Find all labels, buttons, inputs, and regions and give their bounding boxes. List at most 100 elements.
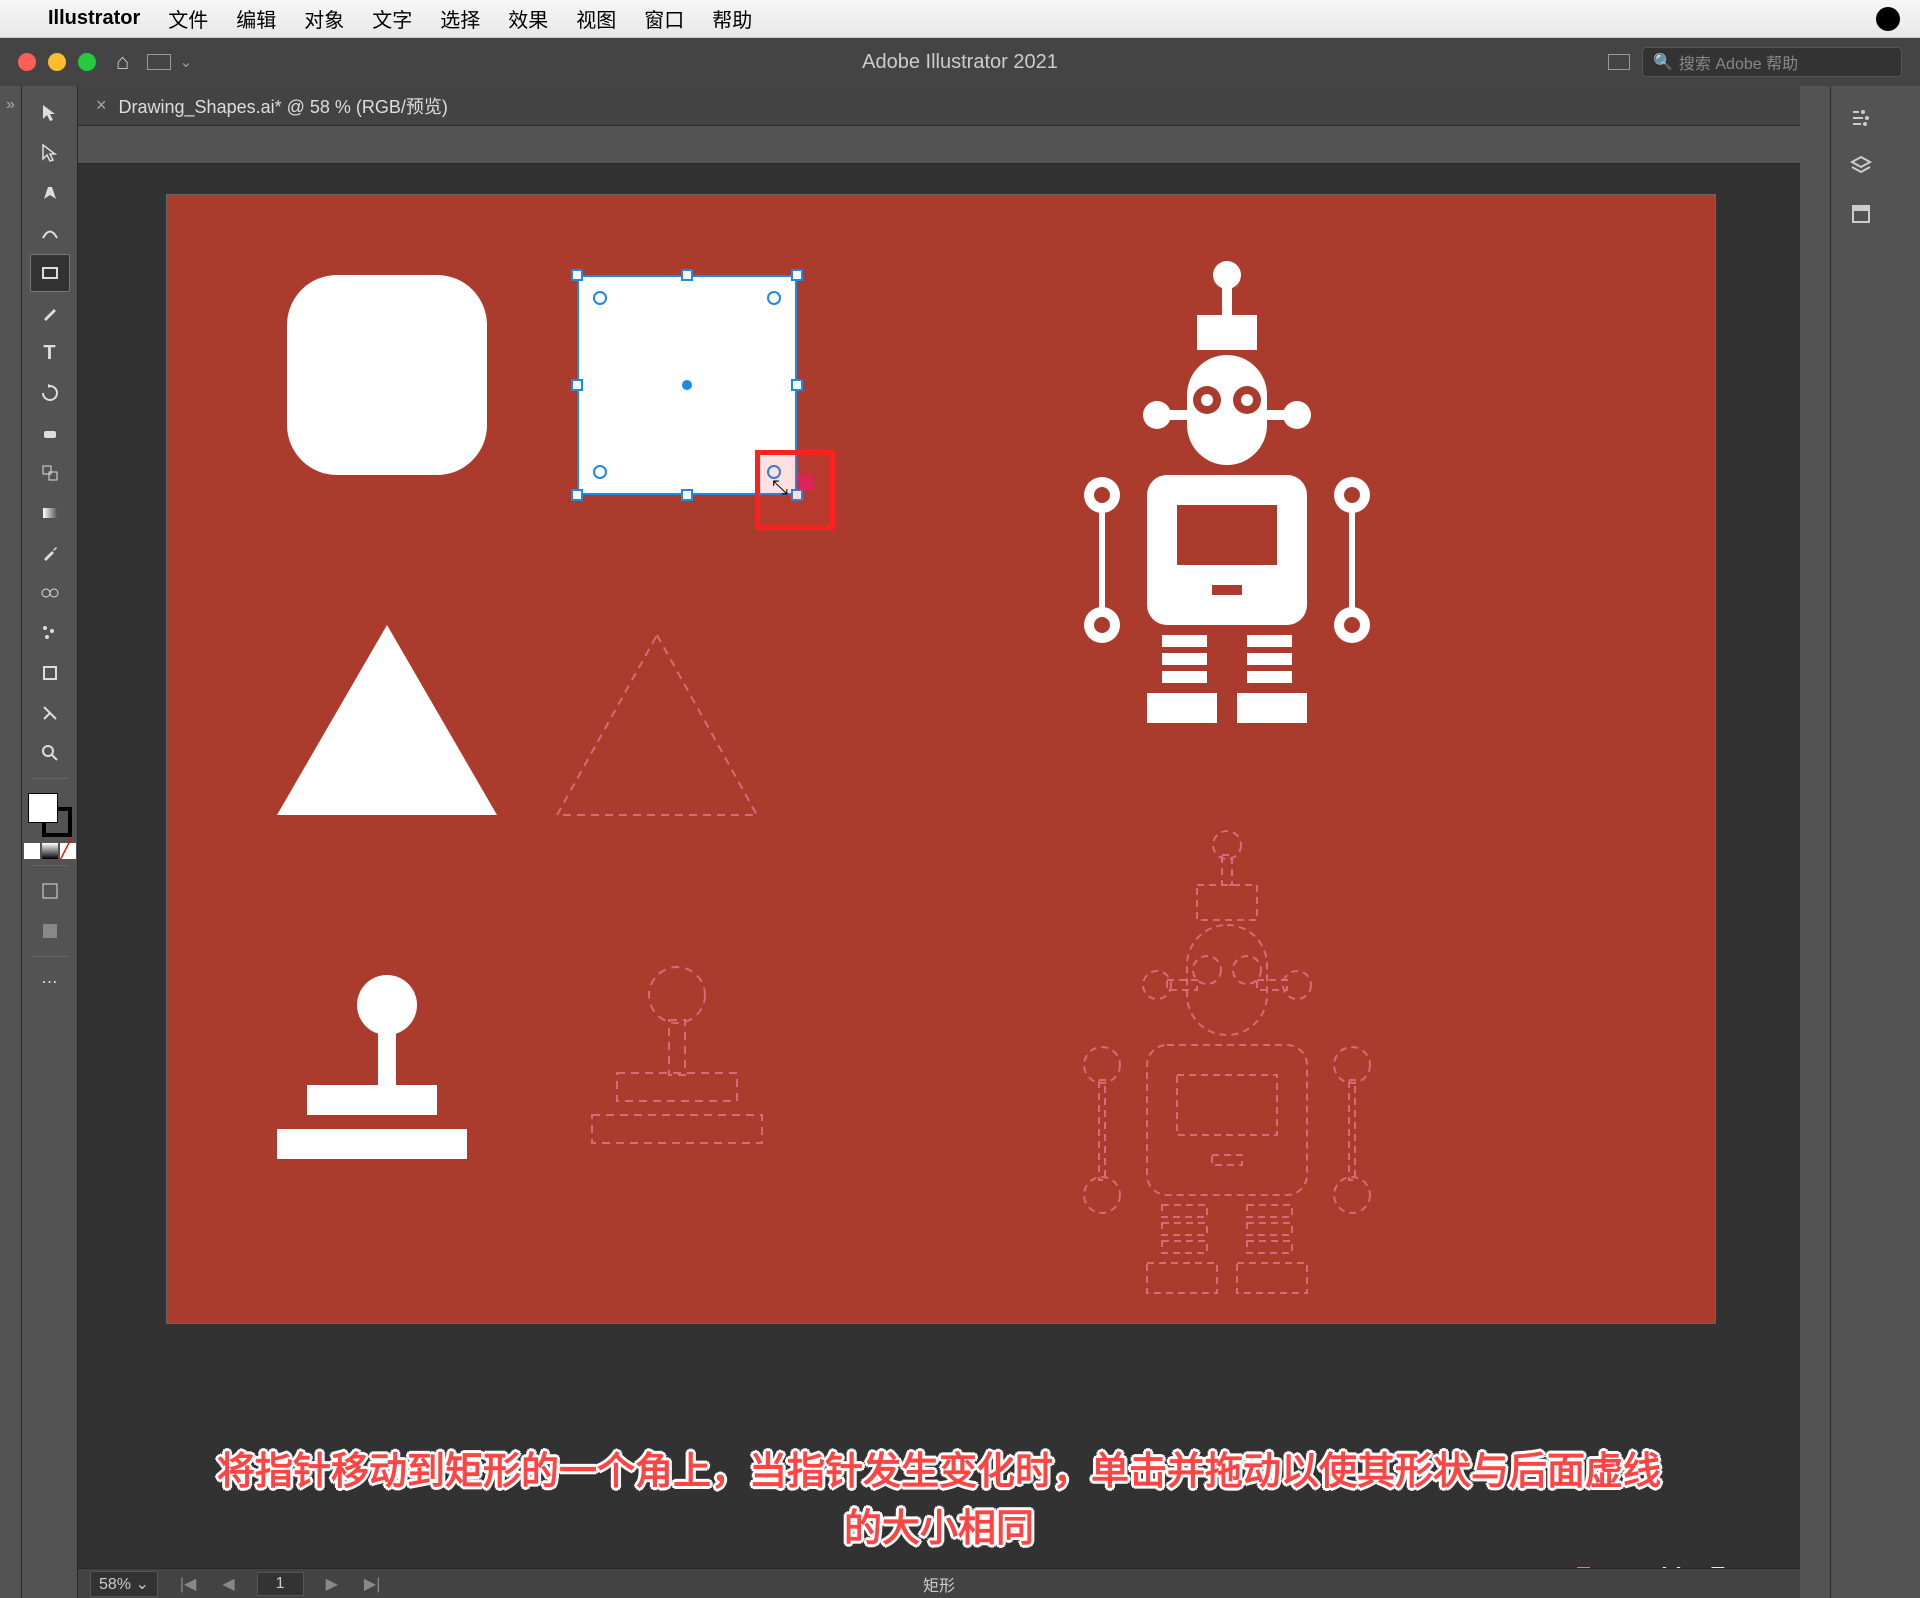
arrange-documents-icon[interactable] [1608, 54, 1630, 70]
eyedropper-tool[interactable] [30, 534, 70, 572]
resize-handle-ml[interactable] [571, 379, 583, 391]
right-scrollbar-strip[interactable] [1800, 86, 1830, 1598]
instruction-overlay: 将指针移动到矩形的一个角上，当指针发生变化时，单击并拖动以使其形状与后面虚线 的… [121, 1444, 1757, 1558]
blend-tool[interactable] [30, 574, 70, 612]
center-point[interactable] [682, 380, 692, 390]
menu-object[interactable]: 对象 [304, 4, 344, 33]
slice-tool[interactable] [30, 694, 70, 732]
canvas[interactable]: ⤡ 锚 [78, 164, 1800, 1598]
rotate-tool[interactable] [30, 374, 70, 412]
color-mode-row: ╱ [24, 843, 76, 859]
screen-mode[interactable] [30, 912, 70, 950]
next-artboard-button[interactable]: ▶ [322, 1574, 342, 1594]
properties-panel-icon[interactable] [1845, 104, 1877, 132]
close-tab-icon[interactable]: × [96, 95, 107, 116]
edit-toolbar[interactable]: ⋯ [30, 963, 70, 1001]
instruction-line2: 的大小相同 [121, 1501, 1757, 1558]
current-tool-label: 矩形 [923, 1572, 955, 1596]
triangle-shape[interactable] [277, 625, 497, 815]
draw-mode-normal[interactable] [30, 872, 70, 910]
workspace-icon [147, 54, 171, 70]
home-icon[interactable]: ⌂ [116, 49, 129, 75]
last-artboard-button[interactable]: ▶| [360, 1574, 384, 1594]
menu-view[interactable]: 视图 [576, 4, 616, 33]
right-panel-dock [1830, 86, 1890, 1598]
direct-selection-tool[interactable] [30, 134, 70, 172]
zoom-tool[interactable] [30, 734, 70, 772]
zoom-level-select[interactable]: 58% ⌄ [90, 1571, 158, 1597]
curvature-tool[interactable] [30, 214, 70, 252]
corner-widget-bl[interactable] [593, 465, 607, 479]
document-area: × Drawing_Shapes.ai* @ 58 % (RGB/预览) [78, 86, 1800, 1598]
scale-tool[interactable] [30, 454, 70, 492]
color-mode-solid[interactable] [24, 843, 40, 859]
artboard[interactable]: ⤡ 锚 [166, 194, 1716, 1324]
color-mode-none[interactable]: ╱ [60, 843, 76, 859]
joystick-shape[interactable] [307, 975, 467, 1159]
toolbox: T ╱ ⋯ [22, 86, 78, 1598]
prev-artboard-button[interactable]: ◀ [218, 1574, 238, 1594]
resize-handle-tl[interactable] [571, 269, 583, 281]
menu-select[interactable]: 选择 [440, 4, 480, 33]
rectangle-tool[interactable] [30, 254, 70, 292]
far-right-strip [1890, 86, 1920, 1598]
cursor-callout: ⤡ 锚 [755, 450, 835, 530]
menu-type[interactable]: 文字 [372, 4, 412, 33]
menu-file[interactable]: 文件 [168, 4, 208, 33]
artboard-tool[interactable] [30, 654, 70, 692]
search-icon: 🔍 [1653, 52, 1673, 72]
close-button[interactable] [18, 53, 36, 71]
eraser-tool[interactable] [30, 414, 70, 452]
rounded-rect-shape[interactable] [287, 275, 487, 475]
minimize-button[interactable] [48, 53, 66, 71]
resize-handle-tr[interactable] [791, 269, 803, 281]
cursor-label: 锚 [796, 469, 814, 495]
fill-stroke-swatch[interactable] [28, 793, 72, 837]
type-tool[interactable]: T [30, 334, 70, 372]
scale-cursor-icon: ⤡ [772, 477, 788, 500]
help-search-input[interactable]: 🔍 搜索 Adobe 帮助 [1642, 47, 1902, 77]
robot-shape[interactable] [1027, 245, 1427, 795]
first-artboard-button[interactable]: |◀ [176, 1574, 200, 1594]
resize-handle-mr[interactable] [791, 379, 803, 391]
workspace-switcher[interactable]: ⌄ [147, 52, 192, 72]
fill-swatch[interactable] [28, 793, 58, 823]
instruction-line1: 将指针移动到矩形的一个角上，当指针发生变化时，单击并拖动以使其形状与后面虚线 [121, 1444, 1757, 1501]
menu-edit[interactable]: 编辑 [236, 4, 276, 33]
menu-help[interactable]: 帮助 [712, 4, 752, 33]
app-title: Adobe Illustrator 2021 [862, 51, 1058, 74]
gradient-tool[interactable] [30, 494, 70, 532]
symbol-sprayer-tool[interactable] [30, 614, 70, 652]
artboard-number-input[interactable]: 1 [257, 1572, 304, 1596]
corner-widget-tr[interactable] [767, 291, 781, 305]
menu-window[interactable]: 窗口 [644, 4, 684, 33]
left-collapse-strip[interactable]: » [0, 86, 22, 1598]
pen-tool[interactable] [30, 174, 70, 212]
paintbrush-tool[interactable] [30, 294, 70, 332]
menu-effect[interactable]: 效果 [508, 4, 548, 33]
control-bar[interactable] [78, 126, 1800, 164]
joystick-dashed-guide [587, 965, 807, 1165]
document-tab-title[interactable]: Drawing_Shapes.ai* @ 58 % (RGB/预览) [119, 93, 448, 119]
document-tab-bar: × Drawing_Shapes.ai* @ 58 % (RGB/预览) [78, 86, 1800, 126]
resize-handle-bl[interactable] [571, 489, 583, 501]
account-icon[interactable] [1876, 7, 1900, 31]
chevron-down-icon: ⌄ [179, 52, 192, 72]
resize-handle-bm[interactable] [681, 489, 693, 501]
triangle-dashed-guide [547, 625, 767, 825]
app-name-menu[interactable]: Illustrator [48, 7, 140, 30]
color-mode-gradient[interactable] [42, 843, 58, 859]
collapse-chevron-icon: » [6, 96, 15, 114]
resize-handle-tm[interactable] [681, 269, 693, 281]
window-controls [18, 53, 96, 71]
layers-panel-icon[interactable] [1845, 152, 1877, 180]
libraries-panel-icon[interactable] [1845, 200, 1877, 228]
maximize-button[interactable] [78, 53, 96, 71]
status-bar: 58% ⌄ |◀ ◀ 1 ▶ ▶| 矩形 [78, 1568, 1800, 1598]
selection-tool[interactable] [30, 94, 70, 132]
app-title-bar: ⌂ ⌄ Adobe Illustrator 2021 🔍 搜索 Adobe 帮助 [0, 38, 1920, 86]
corner-widget-tl[interactable] [593, 291, 607, 305]
search-placeholder: 搜索 Adobe 帮助 [1679, 50, 1798, 74]
robot-dashed-guide [1027, 815, 1427, 1365]
mac-menubar: Illustrator 文件 编辑 对象 文字 选择 效果 视图 窗口 帮助 [0, 0, 1920, 38]
